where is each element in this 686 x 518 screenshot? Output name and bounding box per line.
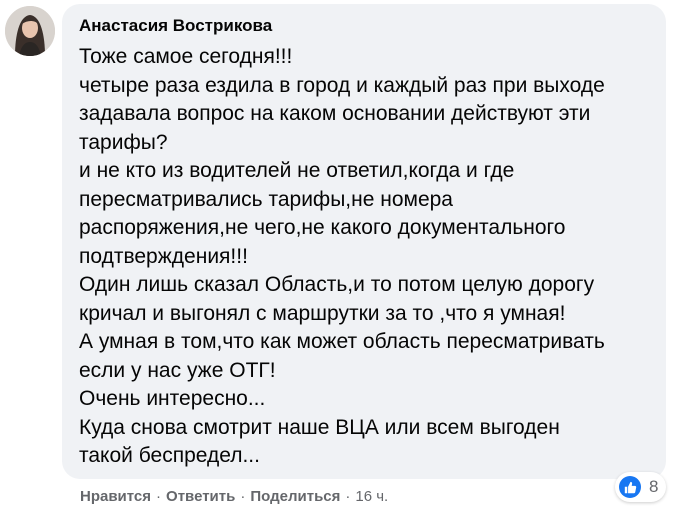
comment-line: Куда снова смотрит наше ВЦА или всем выг…	[79, 415, 560, 439]
comment-actions: Нравится · Ответить · Поделиться · 16 ч.	[80, 487, 388, 507]
comment-line: пересматривались тарифы,не номера	[79, 187, 453, 211]
reply-button[interactable]: Ответить	[166, 488, 235, 505]
separator-dot: ·	[156, 488, 162, 505]
separator-dot: ·	[345, 488, 351, 505]
comment-text: Тоже самое сегодня!!! четыре раза ездила…	[79, 43, 652, 471]
comment-line: Очень интересно...	[79, 387, 266, 410]
comment-line: задавала вопрос на каком основании дейст…	[79, 102, 591, 125]
like-button[interactable]: Нравится	[80, 488, 151, 505]
author-name[interactable]: Анастасия Вострикова	[79, 15, 652, 37]
comment-line: тарифы?	[79, 130, 168, 154]
comment-line: Один лишь сказал Область,и то потом целу…	[79, 273, 595, 296]
comment-line: кричал и выгонял с маршрутки за то ,что …	[79, 301, 566, 325]
comment-bubble: Анастасия Вострикова Тоже самое сегодня!…	[62, 4, 666, 479]
comment-line: если у нас уже ОТГ!	[79, 358, 276, 382]
like-icon	[619, 476, 641, 498]
comment-line: А умная в том,что как может область пере…	[79, 330, 605, 353]
timestamp[interactable]: 16 ч.	[355, 488, 388, 505]
reaction-count: 8	[649, 477, 659, 496]
reactions-summary[interactable]: 8	[615, 472, 667, 502]
comment-line: подтверждения!!!	[79, 244, 248, 268]
separator-dot: ·	[240, 488, 246, 505]
comment-line: и не кто из водителей не ответил,когда и…	[79, 159, 515, 182]
comment-line: Тоже самое сегодня!!!	[79, 45, 293, 68]
share-button[interactable]: Поделиться	[250, 488, 340, 505]
comment-line: четыре раза ездила в город и каждый раз …	[79, 73, 605, 97]
comment-line: такой беспредел...	[79, 444, 260, 467]
comment-container: Анастасия Вострикова Тоже самое сегодня!…	[0, 0, 686, 518]
user-photo-icon	[5, 6, 55, 56]
comment-line: распоряжения,не чего,не какого документа…	[79, 216, 566, 239]
avatar[interactable]	[5, 6, 55, 56]
